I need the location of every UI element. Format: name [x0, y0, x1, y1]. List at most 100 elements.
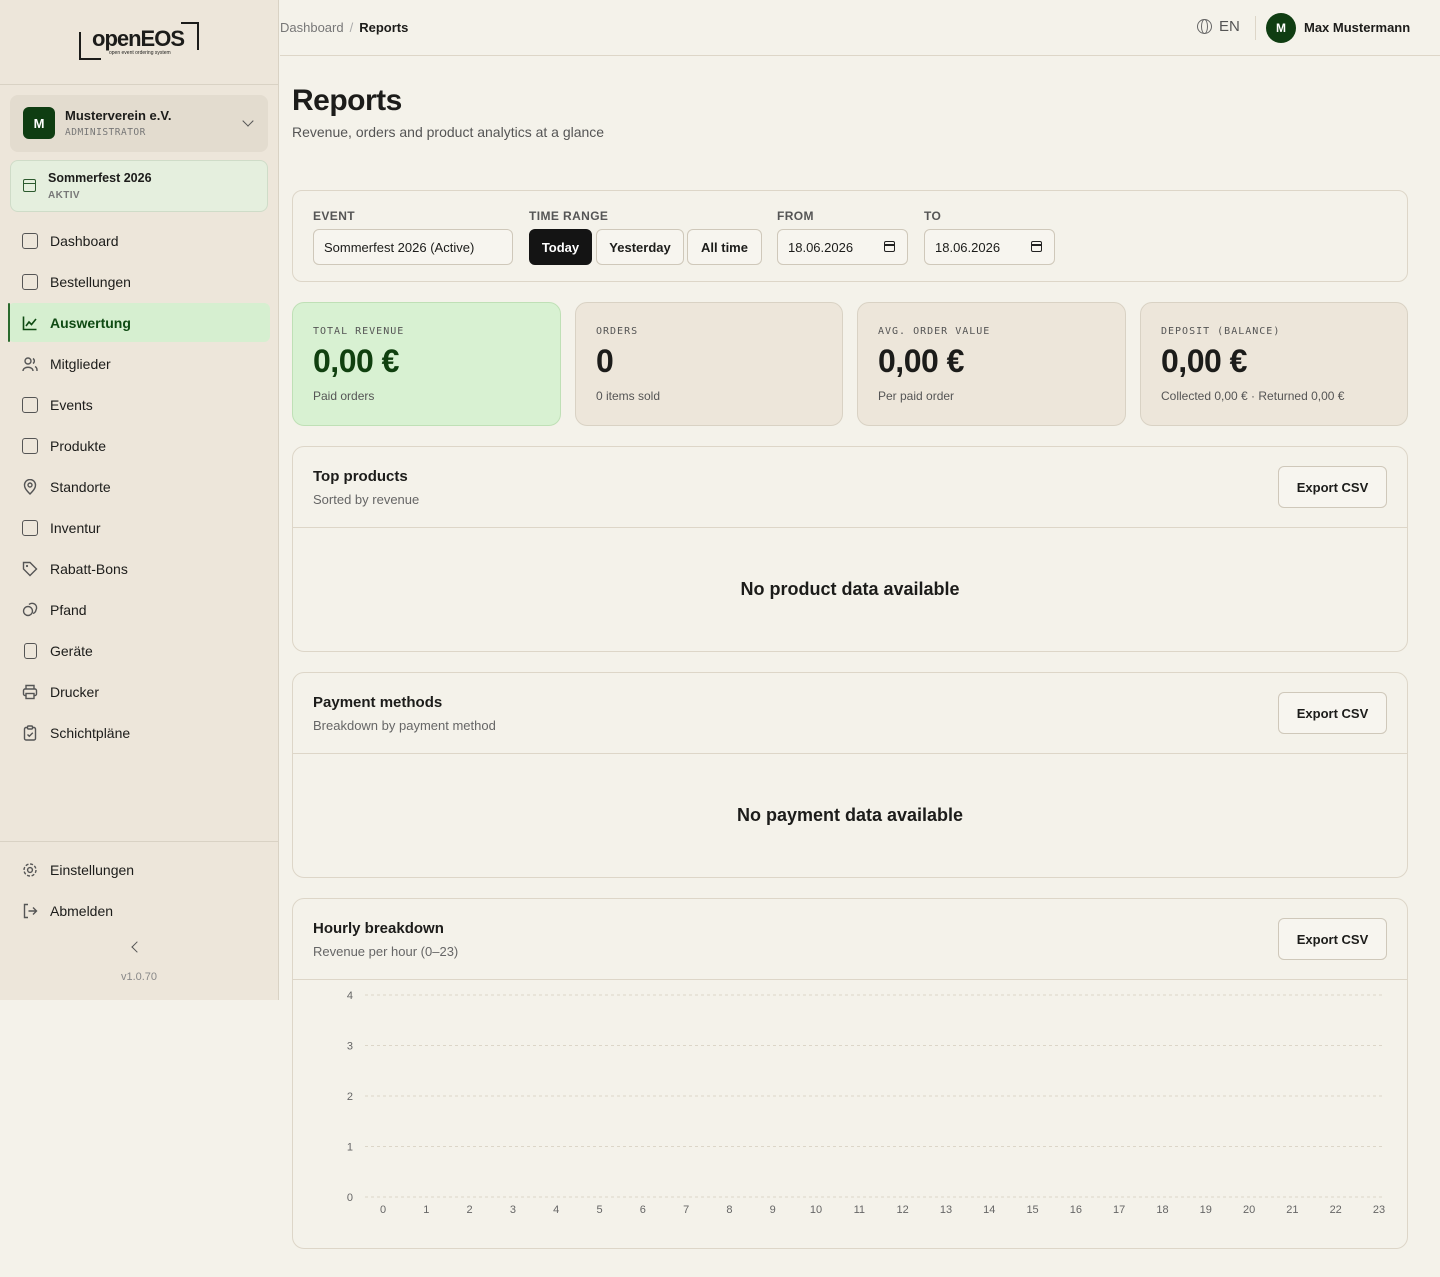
- gear-icon: [22, 862, 38, 878]
- x-tick-label: 1: [423, 1204, 429, 1216]
- range-all-time-button[interactable]: All time: [687, 229, 762, 265]
- x-tick-label: 22: [1330, 1204, 1342, 1216]
- sidebar-item-abmelden[interactable]: Abmelden: [8, 891, 270, 930]
- calendar-icon[interactable]: [884, 241, 895, 252]
- sidebar-item-label: Mitglieder: [50, 355, 111, 372]
- x-tick-label: 5: [596, 1204, 602, 1216]
- sidebar-item-label: Events: [50, 396, 93, 413]
- openeos-logo[interactable]: openEOS open event ordering system: [79, 22, 199, 62]
- active-event-name: Sommerfest 2026: [48, 171, 152, 185]
- kpi-sub: Per paid order: [878, 389, 955, 403]
- user-avatar[interactable]: M: [1266, 13, 1296, 43]
- coins-icon: [22, 602, 38, 618]
- x-tick-label: 15: [1026, 1204, 1038, 1216]
- y-tick-label: 0: [347, 1192, 353, 1204]
- sidebar-item-drucker[interactable]: Drucker: [8, 672, 270, 711]
- export-csv-button[interactable]: Export CSV: [1278, 466, 1387, 508]
- x-tick-label: 3: [510, 1204, 516, 1216]
- kpi-sub: 0 items sold: [596, 389, 661, 403]
- receipt-icon: [22, 273, 38, 290]
- kpi-label: AVG. ORDER VALUE: [878, 326, 991, 337]
- x-tick-label: 17: [1113, 1204, 1125, 1216]
- x-tick-label: 6: [640, 1204, 646, 1216]
- card-subtitle: Sorted by revenue: [313, 492, 420, 507]
- sidebar-item-label: Schichtpläne: [50, 724, 131, 741]
- sidebar-nav: Dashboard Bestellungen Auswertung Mitgli…: [8, 221, 270, 754]
- clipboard-check-icon: [22, 724, 38, 741]
- breadcrumb-dashboard[interactable]: Dashboard: [280, 20, 344, 35]
- kpi-label: ORDERS: [596, 326, 639, 337]
- to-date-value: 18.06.2026: [935, 239, 1001, 255]
- range-today-button[interactable]: Today: [529, 229, 592, 265]
- export-csv-button[interactable]: Export CSV: [1278, 918, 1387, 960]
- x-tick-label: 14: [983, 1204, 995, 1216]
- package-search-icon: [22, 519, 38, 536]
- org-role: ADMINISTRATOR: [65, 127, 146, 138]
- card-subtitle: Revenue per hour (0–23): [313, 944, 459, 959]
- sidebar-item-label: Dashboard: [50, 232, 119, 249]
- calendar-icon[interactable]: [1031, 241, 1042, 252]
- time-range-label: TIME RANGE: [529, 209, 609, 223]
- topbar: Dashboard / Reports EN M Max Mustermann: [280, 0, 1440, 56]
- to-date-input[interactable]: 18.06.2026: [924, 229, 1055, 265]
- x-tick-label: 0: [380, 1204, 386, 1216]
- sidebar-item-geraete[interactable]: Geräte: [8, 631, 270, 670]
- logo-area: openEOS open event ordering system: [0, 0, 278, 85]
- kpi-value: 0,00 €: [1161, 343, 1247, 379]
- to-label: TO: [924, 209, 942, 223]
- breadcrumb-current: Reports: [359, 20, 409, 35]
- app-version: v1.0.70: [120, 971, 158, 983]
- sidebar-item-pfand[interactable]: Pfand: [8, 590, 270, 629]
- x-tick-label: 8: [726, 1204, 732, 1216]
- x-tick-label: 21: [1286, 1204, 1298, 1216]
- organization-switcher[interactable]: M Musterverein e.V. ADMINISTRATOR: [10, 95, 268, 152]
- sidebar-item-inventur[interactable]: Inventur: [8, 508, 270, 547]
- map-pin-icon: [22, 478, 38, 495]
- sidebar-item-events[interactable]: Events: [8, 385, 270, 424]
- user-name[interactable]: Max Mustermann: [1304, 20, 1410, 35]
- kpi-orders: ORDERS 0 0 items sold: [575, 302, 843, 426]
- x-tick-label: 10: [810, 1204, 822, 1216]
- sidebar-item-schichtplaene[interactable]: Schichtpläne: [8, 713, 270, 752]
- line-chart-icon: [22, 315, 38, 331]
- language-switcher[interactable]: EN: [1197, 18, 1240, 35]
- x-tick-label: 20: [1243, 1204, 1255, 1216]
- tag-icon: [22, 561, 38, 577]
- sidebar-item-produkte[interactable]: Produkte: [8, 426, 270, 465]
- filters-panel: EVENT Sommerfest 2026 (Active) TIME RANG…: [292, 190, 1408, 282]
- kpi-value: 0,00 €: [313, 343, 399, 379]
- kpi-avg-order-value: AVG. ORDER VALUE 0,00 € Per paid order: [857, 302, 1126, 426]
- sidebar-item-bestellungen[interactable]: Bestellungen: [8, 262, 270, 301]
- page-title: Reports: [292, 84, 402, 117]
- from-label: FROM: [777, 209, 814, 223]
- x-tick-label: 13: [940, 1204, 952, 1216]
- breadcrumb-separator: /: [349, 20, 354, 35]
- x-tick-label: 7: [683, 1204, 689, 1216]
- page-subtitle: Revenue, orders and product analytics at…: [292, 124, 605, 140]
- sidebar-item-einstellungen[interactable]: Einstellungen: [8, 850, 270, 889]
- sidebar-item-label: Rabatt-Bons: [50, 560, 128, 577]
- sidebar-item-rabatt-bons[interactable]: Rabatt-Bons: [8, 549, 270, 588]
- card-title: Payment methods: [313, 694, 443, 711]
- hourly-breakdown-card: Hourly breakdown Revenue per hour (0–23)…: [292, 898, 1408, 1249]
- from-date-input[interactable]: 18.06.2026: [777, 229, 908, 265]
- sidebar-item-auswertung[interactable]: Auswertung: [8, 303, 270, 342]
- from-date-value: 18.06.2026: [788, 239, 854, 255]
- org-avatar: M: [23, 107, 55, 139]
- kpi-value: 0,00 €: [878, 343, 964, 379]
- sidebar-item-dashboard[interactable]: Dashboard: [8, 221, 270, 260]
- range-yesterday-button[interactable]: Yesterday: [596, 229, 684, 265]
- card-subtitle: Breakdown by payment method: [313, 718, 496, 733]
- language-code: EN: [1219, 18, 1240, 35]
- x-tick-label: 19: [1200, 1204, 1212, 1216]
- sidebar-item-mitglieder[interactable]: Mitglieder: [8, 344, 270, 383]
- kpi-label: DEPOSIT (BALANCE): [1161, 326, 1281, 337]
- sidebar-item-label: Auswertung: [50, 314, 131, 331]
- sidebar-footer: Einstellungen Abmelden: [0, 841, 278, 932]
- sidebar-item-standorte[interactable]: Standorte: [8, 467, 270, 506]
- logout-icon: [22, 903, 38, 919]
- collapse-sidebar-icon[interactable]: [131, 941, 143, 953]
- event-select[interactable]: Sommerfest 2026 (Active): [313, 229, 513, 265]
- active-event-card[interactable]: Sommerfest 2026 AKTIV: [10, 160, 268, 212]
- export-csv-button[interactable]: Export CSV: [1278, 692, 1387, 734]
